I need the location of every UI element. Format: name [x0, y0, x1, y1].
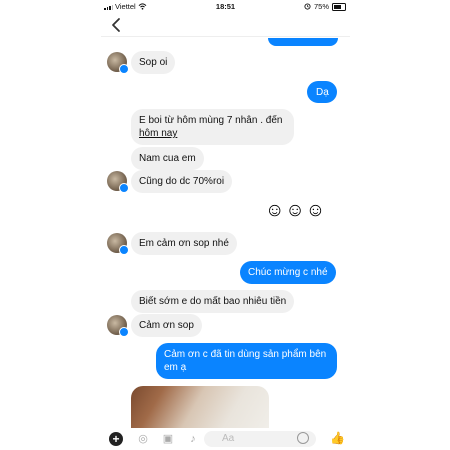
previous-message-bubble — [268, 38, 338, 46]
avatar[interactable] — [107, 315, 129, 337]
message-line-link[interactable]: hôm nay — [139, 127, 286, 140]
messenger-badge-icon — [119, 64, 129, 74]
messenger-badge-icon — [119, 183, 129, 193]
emoji-message[interactable]: ☺☺☺ — [265, 200, 326, 222]
chat-header — [101, 12, 350, 37]
avatar[interactable] — [107, 171, 129, 193]
outgoing-message[interactable]: Dạ — [307, 81, 337, 103]
avatar[interactable] — [107, 233, 129, 255]
plus-icon[interactable]: + — [109, 432, 123, 446]
incoming-message[interactable]: Cũng do dc 70%roi — [131, 170, 233, 193]
incoming-message[interactable]: Biết sớm e do mất bao nhiêu tiền — [131, 290, 295, 313]
alarm-icon — [304, 3, 311, 10]
thumbs-up-icon[interactable]: 👍 — [330, 431, 345, 445]
messenger-badge-icon — [119, 327, 129, 337]
outgoing-message[interactable]: Cảm ơn c đã tin dùng sản phẩm bên em ạ — [156, 343, 337, 379]
chat-screen: Viettel 18:51 75% Sop oi Dạ E boi từ hôm… — [101, 0, 350, 450]
messenger-badge-icon — [119, 245, 129, 255]
status-bar: Viettel 18:51 75% — [101, 0, 350, 12]
incoming-message[interactable]: E boi từ hôm mùng 7 nhân . đến hôm nay — [131, 109, 294, 145]
outgoing-message[interactable]: Chúc mừng c nhé — [240, 261, 336, 284]
message-line: Cảm ơn c đã tin dùng sản phẩm bên — [164, 349, 327, 360]
avatar[interactable] — [107, 52, 129, 74]
incoming-message[interactable]: Nam cua em — [131, 147, 204, 170]
message-line: em ạ — [164, 362, 187, 373]
incoming-message[interactable]: Em cảm ơn sop nhé — [131, 232, 237, 255]
image-icon[interactable]: ▣ — [161, 432, 175, 446]
camera-icon[interactable]: ◎ — [136, 432, 150, 446]
incoming-message[interactable]: Cảm ơn sop — [131, 314, 202, 337]
mic-icon[interactable]: ♪ — [186, 432, 200, 446]
message-line: E boi từ hôm mùng 7 nhân . đến — [139, 115, 283, 126]
battery-icon — [332, 2, 346, 11]
incoming-message[interactable]: Sop oi — [131, 51, 176, 74]
chevron-left-icon[interactable] — [109, 17, 125, 33]
battery-percent: 75% — [313, 2, 329, 11]
message-composer: + ◎ ▣ ♪ Aa 👍 — [101, 428, 350, 450]
emoji-icon[interactable] — [297, 432, 309, 444]
